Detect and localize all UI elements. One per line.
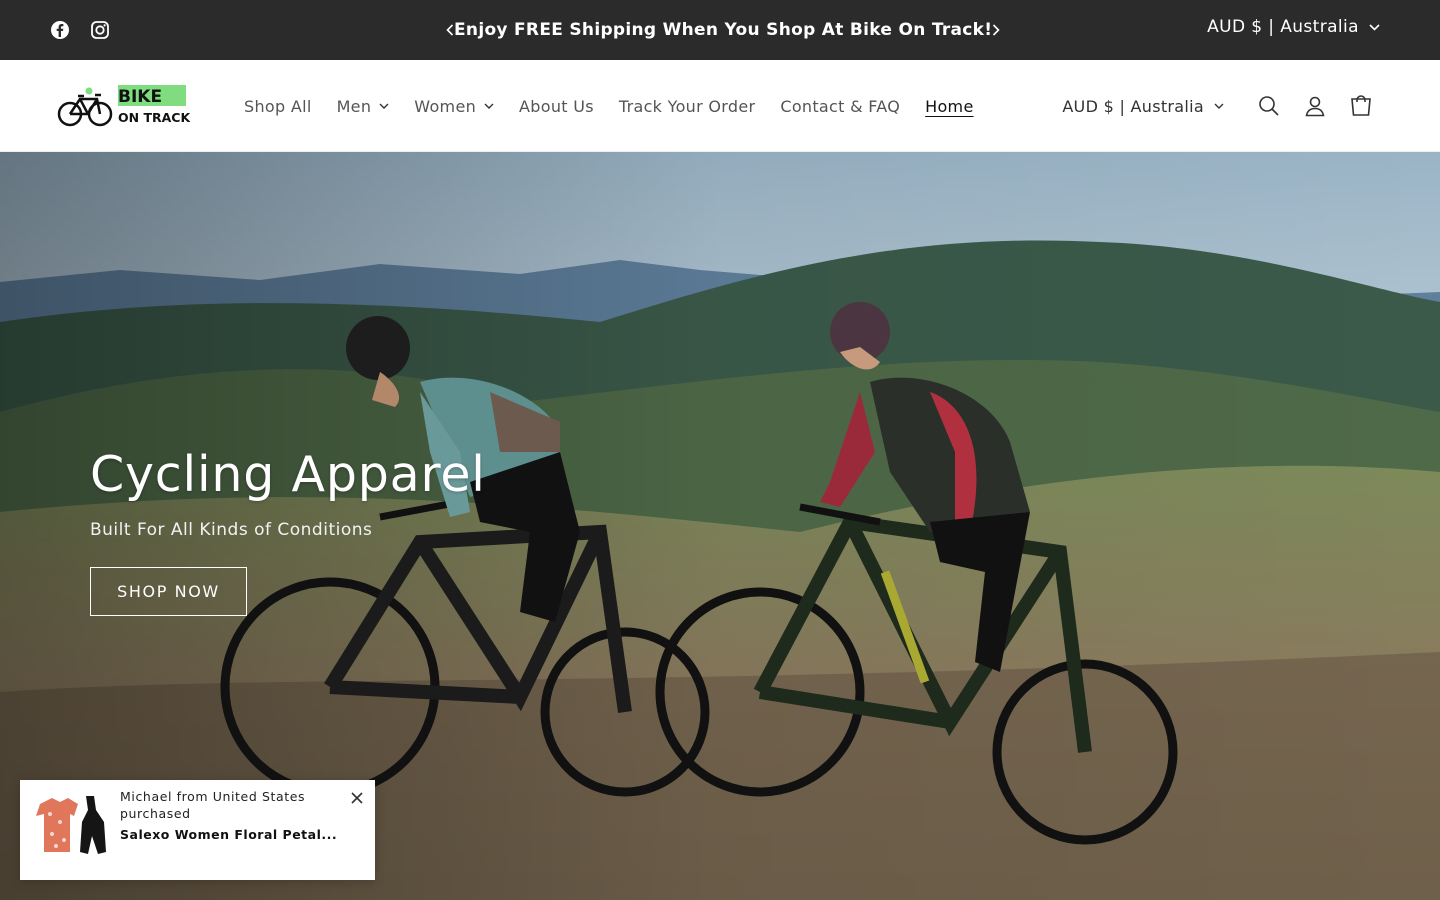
country-selector-label: AUD $ | Australia (1062, 96, 1204, 116)
country-selector-label: AUD $ | Australia (1207, 17, 1359, 37)
chevron-down-icon (484, 103, 494, 109)
nav-contact-faq[interactable]: Contact & FAQ (780, 97, 900, 116)
facebook-icon[interactable] (50, 20, 70, 40)
nav-home[interactable]: Home (925, 97, 973, 116)
main-nav: Shop All Men Women About Us Track Your O… (244, 60, 999, 152)
logo-line2: ON TRACK (118, 110, 190, 125)
chevron-down-icon (1369, 23, 1380, 31)
search-icon[interactable] (1246, 83, 1292, 129)
announcement-slider: Enjoy FREE Shipping When You Shop At Bik… (446, 0, 1000, 60)
popup-buyer-text: Michael from United States purchased (120, 789, 306, 821)
chevron-down-icon (379, 103, 389, 109)
close-icon[interactable] (349, 790, 365, 806)
header-actions: AUD $ | Australia (1062, 60, 1384, 152)
country-selector-top[interactable]: AUD $ | Australia (1207, 17, 1380, 37)
nav-label: Track Your Order (618, 96, 756, 116)
recent-purchase-popup[interactable]: Michael from United States purchased Sal… (20, 780, 375, 880)
nav-label: About Us (519, 96, 594, 116)
social-links (50, 20, 110, 40)
chevron-left-icon[interactable] (446, 17, 454, 43)
logo-line1: BIKE (118, 87, 162, 107)
nav-track-order[interactable]: Track Your Order (619, 97, 755, 116)
nav-women[interactable]: Women (414, 97, 494, 116)
chevron-right-icon[interactable] (992, 17, 1000, 43)
nav-men[interactable]: Men (337, 97, 390, 116)
nav-label: Women (414, 96, 477, 116)
chevron-down-icon (1214, 103, 1224, 109)
nav-about-us[interactable]: About Us (519, 97, 594, 116)
nav-shop-all[interactable]: Shop All (244, 97, 312, 116)
announcement-bar: Enjoy FREE Shipping When You Shop At Bik… (0, 0, 1440, 60)
nav-label: Shop All (244, 96, 312, 116)
popup-product-name[interactable]: Salexo Women Floral Petal... (120, 827, 340, 842)
nav-label: Contact & FAQ (780, 96, 901, 116)
instagram-icon[interactable] (90, 20, 110, 40)
site-header: BIKE ON TRACK Shop All Men Women About U… (0, 60, 1440, 152)
shop-now-button[interactable]: SHOP NOW (90, 567, 247, 616)
account-icon[interactable] (1292, 83, 1338, 129)
nav-label: Men (336, 96, 372, 116)
nav-label: Home (925, 96, 974, 116)
hero-title: Cycling Apparel (90, 446, 486, 503)
product-thumbnail[interactable] (32, 794, 110, 866)
announcement-text[interactable]: Enjoy FREE Shipping When You Shop At Bik… (454, 20, 992, 40)
cart-icon[interactable] (1338, 83, 1384, 129)
logo[interactable]: BIKE ON TRACK (56, 82, 191, 130)
country-selector-header[interactable]: AUD $ | Australia (1062, 97, 1224, 116)
hero-subtitle: Built For All Kinds of Conditions (90, 520, 373, 540)
